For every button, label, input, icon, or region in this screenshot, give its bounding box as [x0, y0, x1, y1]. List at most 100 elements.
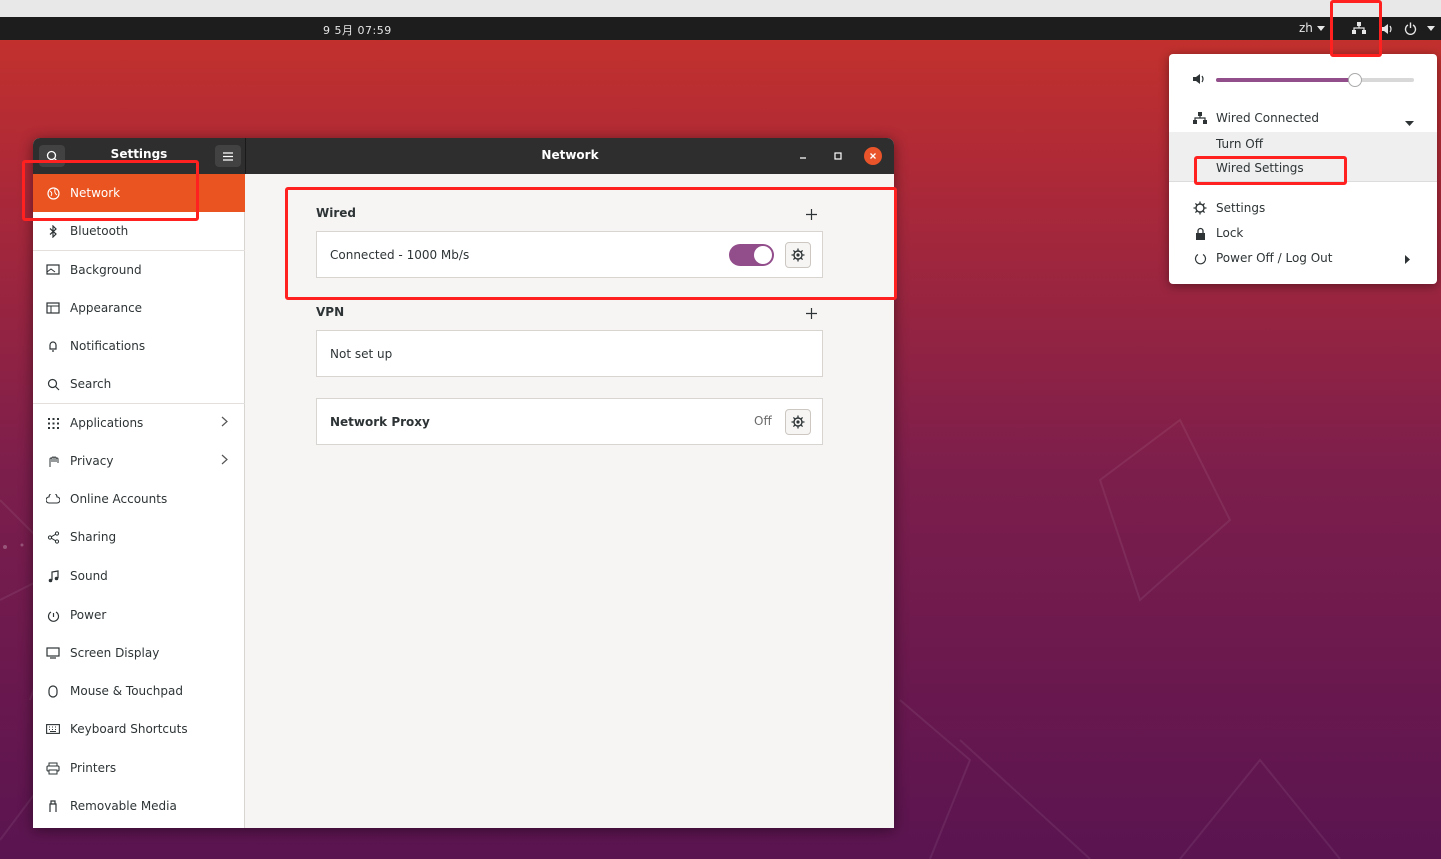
sidebar-item-label: Removable Media: [70, 799, 177, 813]
background-icon: [45, 262, 61, 278]
sidebar-title: Settings: [110, 147, 168, 161]
settings-menu-item[interactable]: Settings: [1169, 196, 1437, 220]
volume-slider-fill: [1216, 78, 1355, 82]
power-icon: [45, 607, 61, 623]
volume-status-icon[interactable]: [1381, 20, 1394, 37]
turn-off-menu-item[interactable]: Turn Off: [1169, 132, 1437, 156]
sidebar-item-label: Privacy: [70, 454, 114, 468]
share-icon: [45, 529, 61, 545]
settings-label: Settings: [1216, 201, 1266, 215]
gear-icon: [791, 415, 805, 429]
power-off-label: Power Off / Log Out: [1216, 251, 1333, 265]
sidebar-item-label: Appearance: [70, 301, 143, 315]
maximize-icon: [834, 152, 842, 160]
sidebar-item-label: Power: [70, 608, 107, 622]
highlight-network-sidebar: [22, 160, 199, 221]
vpn-row: Not set up: [316, 330, 823, 377]
volume-slider[interactable]: [1216, 73, 1414, 87]
search-icon: [45, 376, 61, 392]
close-icon: [870, 153, 876, 159]
add-vpn-button[interactable]: [804, 306, 818, 320]
music-note-icon: [45, 568, 61, 584]
lock-icon: [1192, 225, 1208, 241]
highlight-wired-section: [285, 187, 897, 300]
proxy-settings-button[interactable]: [785, 409, 811, 435]
cloud-icon: [45, 491, 61, 507]
lock-menu-item[interactable]: Lock: [1169, 221, 1437, 245]
volume-slider-handle[interactable]: [1347, 73, 1362, 87]
mouse-icon: [45, 683, 61, 699]
network-icon: [1192, 110, 1208, 126]
vpn-status: Not set up: [330, 347, 393, 361]
sidebar-item-label: Sound: [70, 569, 108, 583]
chevron-right-icon: [221, 416, 228, 430]
bluetooth-icon: [45, 223, 61, 239]
minimize-button[interactable]: [794, 147, 812, 165]
close-button[interactable]: [864, 147, 882, 165]
highlight-wired-settings: [1194, 156, 1347, 185]
top-bar: 9 5月 07:59 zh: [0, 17, 1441, 40]
vpn-section-title: VPN: [316, 305, 345, 319]
power-off-menu-item[interactable]: Power Off / Log Out: [1169, 246, 1437, 270]
chevron-down-icon: [1405, 116, 1414, 130]
usb-drive-icon: [45, 798, 61, 814]
sidebar-item-online-accounts[interactable]: Online Accounts: [33, 480, 245, 518]
sidebar-item-printers[interactable]: Printers: [33, 749, 245, 787]
sidebar-item-label: Mouse & Touchpad: [70, 684, 183, 698]
sidebar-item-removable-media[interactable]: Removable Media: [33, 787, 245, 825]
plus-icon: [805, 307, 817, 319]
language-indicator[interactable]: zh: [1299, 21, 1325, 35]
hamburger-menu-button[interactable]: [215, 145, 241, 167]
sidebar-item-privacy[interactable]: Privacy: [33, 442, 245, 480]
settings-sidebar: Network Bluetooth Background Appearance …: [33, 174, 245, 828]
sidebar-item-search[interactable]: Search: [33, 365, 245, 403]
sidebar-item-label: Bluetooth: [70, 224, 129, 238]
grid-icon: [45, 415, 61, 431]
wired-connected-label: Wired Connected: [1216, 111, 1320, 125]
sidebar-item-label: Keyboard Shortcuts: [70, 722, 188, 736]
printer-icon: [45, 760, 61, 776]
sidebar-item-background[interactable]: Background: [33, 251, 245, 289]
sidebar-item-label: Online Accounts: [70, 492, 168, 506]
keyboard-icon: [45, 721, 61, 737]
display-icon: [45, 645, 61, 661]
sidebar-item-label: Search: [70, 377, 112, 391]
chevron-down-icon: [1316, 26, 1325, 31]
sidebar-item-notifications[interactable]: Notifications: [33, 327, 245, 365]
network-proxy-row[interactable]: Network Proxy Off: [316, 398, 823, 445]
sidebar-item-sound[interactable]: Sound: [33, 557, 245, 595]
hand-icon: [45, 453, 61, 469]
highlight-network-tray: [1330, 0, 1382, 57]
sidebar-item-appearance[interactable]: Appearance: [33, 289, 245, 327]
sidebar-item-label: Screen Display: [70, 646, 160, 660]
power-icon: [1192, 250, 1208, 266]
sidebar-item-sharing[interactable]: Sharing: [33, 518, 245, 556]
turn-off-label: Turn Off: [1216, 137, 1263, 151]
network-proxy-title: Network Proxy: [330, 415, 430, 429]
sidebar-item-mouse-touchpad[interactable]: Mouse & Touchpad: [33, 672, 245, 710]
sidebar-item-label: Background: [70, 263, 142, 277]
chevron-right-icon: [221, 454, 228, 468]
system-menu-chevron-icon[interactable]: [1427, 20, 1435, 37]
sidebar-item-screen-display[interactable]: Screen Display: [33, 634, 245, 672]
maximize-button[interactable]: [829, 147, 847, 165]
chevron-right-icon: [1405, 253, 1411, 267]
clock[interactable]: 9 5月 07:59: [323, 22, 392, 38]
sidebar-item-applications[interactable]: Applications: [33, 404, 245, 442]
sidebar-item-label: Applications: [70, 416, 144, 430]
sidebar-item-label: Printers: [70, 761, 117, 775]
hamburger-icon: [223, 151, 233, 161]
appearance-icon: [45, 300, 61, 316]
wired-connected-menu-item[interactable]: Wired Connected: [1169, 106, 1437, 130]
lock-label: Lock: [1216, 226, 1244, 240]
sidebar-item-keyboard-shortcuts[interactable]: Keyboard Shortcuts: [33, 710, 245, 748]
minimize-icon: [800, 157, 806, 159]
network-proxy-status: Off: [754, 414, 772, 428]
volume-icon: [1193, 73, 1206, 88]
language-label: zh: [1299, 21, 1313, 35]
sidebar-item-power[interactable]: Power: [33, 596, 245, 634]
sidebar-item-label: Notifications: [70, 339, 146, 353]
bell-icon: [45, 338, 61, 354]
sidebar-item-label: Sharing: [70, 530, 117, 544]
power-status-icon[interactable]: [1404, 20, 1417, 37]
